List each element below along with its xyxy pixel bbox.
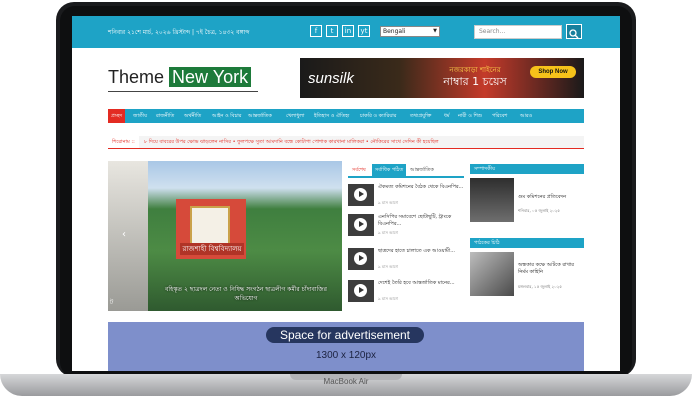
section-header-editorial: সম্পাদকীয় [470, 164, 584, 174]
chevron-left-icon[interactable]: ‹ [122, 229, 126, 240]
header-banner-ad[interactable]: sunsilk নজরকাড়া শাইনের নাম্বার 1 চয়েস S… [300, 58, 584, 98]
letters-title[interactable]: অন্ধকার কক্ষে আটকে রাখার নির্মম কাহিনি [518, 262, 584, 276]
nav-item[interactable]: আন্তর্জাতিক [248, 109, 272, 123]
play-icon [354, 284, 367, 297]
video-time: ৯ মাস আগে [378, 296, 399, 301]
video-title[interactable]: এনসিপির সমাবেশে ছোটাছুটি, ট্রাংকে বিএনপি… [378, 214, 464, 228]
prev-slide-tag: ট [110, 299, 114, 306]
university-emblem [190, 206, 230, 246]
twitter-icon[interactable]: t [326, 25, 338, 37]
screen: শনিবার ২১শে মার্চ, ২০২৬ খ্রিস্টাব্দ | ৭ই… [72, 16, 620, 371]
nav-item[interactable]: রাজনীতি [156, 109, 174, 123]
current-date: শনিবার ২১শে মার্চ, ২০২৬ খ্রিস্টাব্দ | ৭ই… [108, 29, 250, 36]
search-icon [569, 29, 579, 39]
nav-item[interactable]: অর্থনীতি [184, 109, 201, 123]
advertisement-space[interactable]: Space for advertisement 1300 x 120px [108, 322, 584, 371]
facebook-icon[interactable]: f [310, 25, 322, 37]
ad-label: Space for advertisement [266, 327, 424, 343]
play-icon [354, 218, 367, 231]
language-select[interactable]: Bengali ▼ [380, 26, 440, 37]
video-thumbnail [348, 184, 374, 206]
logo-part-1: Theme [108, 67, 170, 87]
university-sign: রাজশাহী বিশ্ববিদ্যালয় [180, 243, 244, 255]
banner-line-2: নাম্বার 1 চয়েস [443, 75, 507, 88]
nav-item[interactable]: তথ্যপ্রযুক্তি [410, 109, 431, 123]
video-title[interactable]: ছাত্রদের হাতে চালাতে এক আওয়ামী... [378, 248, 464, 255]
section-header-letters: পাঠকের চিঠি [470, 238, 584, 248]
letters-image[interactable] [470, 252, 514, 296]
nav-item[interactable]: খেলাধুলা [286, 109, 304, 123]
search-input[interactable]: Search... [474, 25, 562, 39]
nav-item[interactable]: নারী ও শিশু [458, 109, 482, 123]
search-button[interactable] [566, 24, 582, 39]
video-thumbnail [348, 280, 374, 302]
section-title[interactable]: পাঠকের চিঠি [474, 238, 500, 248]
ticker-text[interactable]: ৮ দিয়ে বাবরের উপর ক্ষোভ ঝাড়লেন নাসির •… [144, 136, 439, 148]
featured-slider[interactable]: রাজশাহী বিশ্ববিদ্যালয় ‹ ট বহিস্কৃত ২ ছা… [108, 161, 342, 311]
linkedin-icon[interactable]: in [342, 25, 354, 37]
main-nav: প্রচ্ছদ জাতীয় রাজনীতি অর্থনীতি আইন ও বি… [108, 109, 584, 123]
banner-text: নজরকাড়া শাইনের নাম্বার 1 চয়েস [435, 64, 515, 89]
video-thumbnail [348, 248, 374, 270]
video-item[interactable]: দেশেই তৈরি হবে আন্তর্জাতিক মানের... ৯ মা… [348, 280, 464, 306]
tab-latest[interactable]: সর্বশেষ [352, 164, 366, 176]
editorial-image[interactable] [470, 178, 514, 222]
letters-date: মঙ্গলবার, ১৫ জুলাই ২০২৫ [518, 284, 562, 289]
nav-item[interactable]: ধর্ম [444, 109, 450, 123]
video-thumbnail [348, 214, 374, 236]
play-icon [354, 252, 367, 265]
device-label: MacBook Air [323, 377, 369, 386]
site-logo[interactable]: Theme New York [108, 66, 252, 88]
tab-most-read[interactable]: সর্বাধিক পঠিত [372, 164, 407, 176]
chevron-down-icon: ▼ [433, 28, 437, 34]
top-bar: শনিবার ২১শে মার্চ, ২০২৬ খ্রিস্টাব্দ | ৭ই… [72, 16, 620, 48]
editorial-title[interactable]: গুম কমিশনের প্রতিবেদন [518, 194, 566, 202]
banner-line-1: নজরকাড়া শাইনের [449, 66, 501, 74]
slide-caption[interactable]: বহিস্কৃত ২ ছাত্রদল নেতা ও নিষিদ্ধ সংগঠন … [156, 285, 336, 303]
play-icon [354, 188, 367, 201]
video-time: ৯ মাস আগে [378, 230, 399, 235]
tab-international[interactable]: আন্তর্জাতিক [410, 164, 434, 176]
language-value: Bengali [383, 28, 406, 35]
ad-size: 1300 x 120px [315, 350, 377, 361]
news-ticker: ৮ দিয়ে বাবরের উপর ক্ষোভ ঝাড়লেন নাসির •… [108, 136, 584, 149]
nav-item[interactable]: ইতিহাস ও ঐতিহ্য [314, 109, 349, 123]
section-title[interactable]: সম্পাদকীয় [474, 164, 495, 174]
video-title[interactable]: ঐকমত্য কমিশনের বৈঠক থেকে বিএনপির... [378, 184, 464, 191]
nav-item[interactable]: পরিবেশ [492, 109, 507, 123]
video-item[interactable]: এনসিপির সমাবেশে ছোটাছুটি, ট্রাংকে বিএনপি… [348, 214, 464, 240]
video-time: ৯ মাস আগে [378, 200, 399, 205]
logo-underline [108, 91, 258, 92]
editorial-date: শনিবার, ০৫ জুলাই ২০২৫ [518, 208, 560, 213]
nav-item-more[interactable]: আরও [520, 109, 532, 123]
prev-slide-image [108, 161, 148, 311]
logo-part-2: New York [169, 67, 252, 87]
nav-item-home[interactable]: প্রচ্ছদ [108, 109, 126, 123]
youtube-icon[interactable]: yt [358, 25, 370, 37]
nav-item[interactable]: আইন ও বিচার [212, 109, 241, 123]
shop-now-button[interactable]: Shop Now [530, 66, 576, 78]
video-item[interactable]: ছাত্রদের হাতে চালাতে এক আওয়ামী... ৯ মাস… [348, 248, 464, 274]
news-tabs: সর্বশেষ সর্বাধিক পঠিত আন্তর্জাতিক [348, 164, 464, 178]
video-item[interactable]: ঐকমত্য কমিশনের বৈঠক থেকে বিএনপির... ৯ মা… [348, 184, 464, 210]
nav-item[interactable]: চাকরি ও ক্যারিয়ার [360, 109, 396, 123]
video-title[interactable]: দেশেই তৈরি হবে আন্তর্জাতিক মানের... [378, 280, 464, 287]
banner-brand: sunsilk [308, 70, 354, 87]
ticker-label: শিরোনাম :: [108, 136, 139, 148]
nav-item[interactable]: জাতীয় [133, 109, 147, 123]
video-time: ৯ মাস আগে [378, 264, 399, 269]
